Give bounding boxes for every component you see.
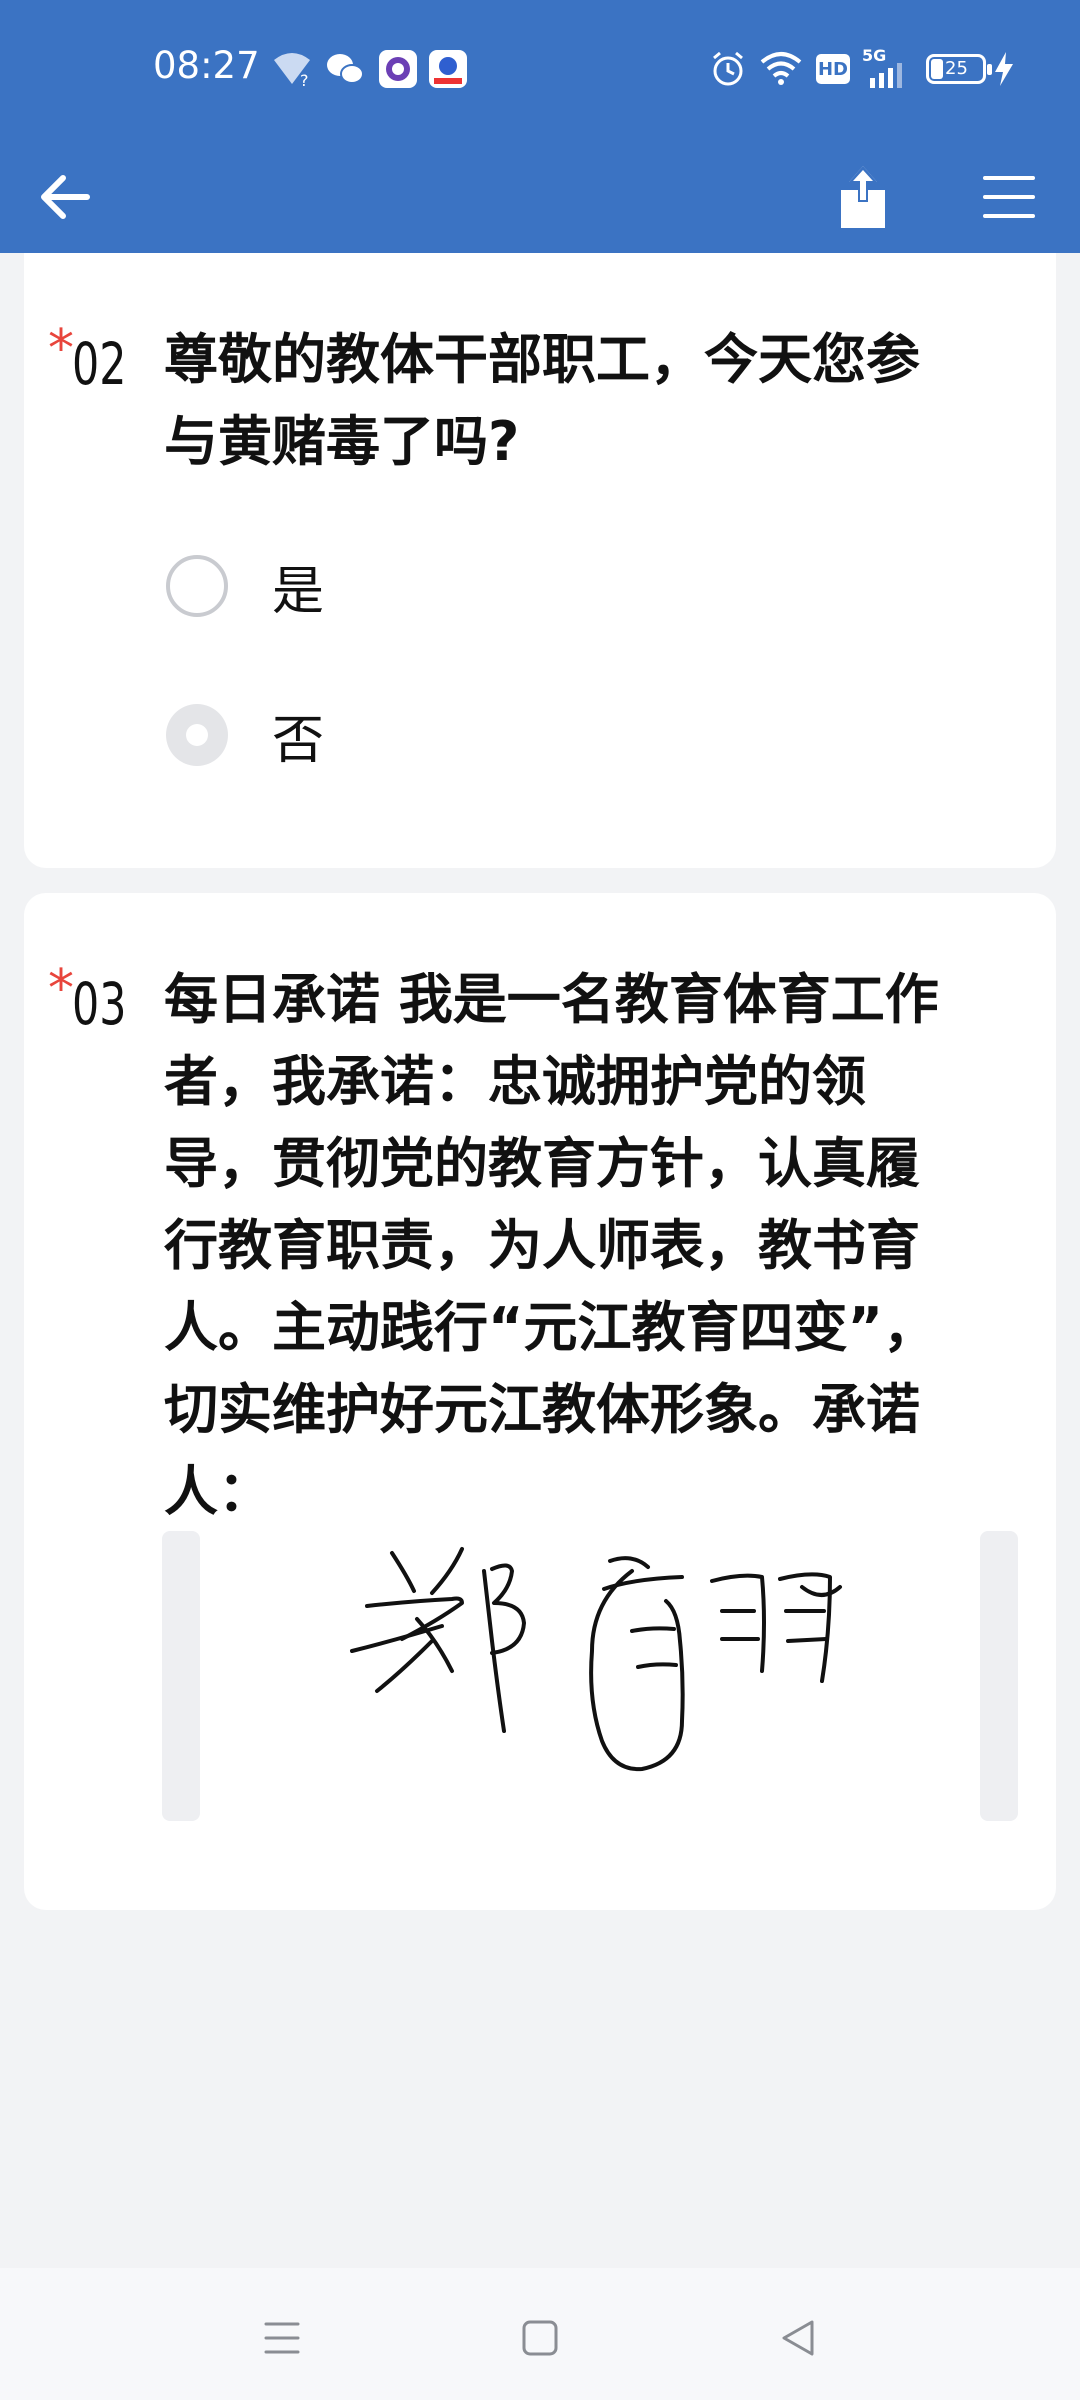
- status-time: 08:27: [153, 44, 260, 87]
- required-marker: *: [48, 319, 74, 379]
- back-nav-button[interactable]: [748, 2288, 848, 2388]
- question-number: 03: [72, 970, 127, 1038]
- option-no[interactable]: 否: [166, 695, 324, 775]
- wifi-icon: [760, 52, 802, 85]
- baidu-app-icon: [429, 50, 467, 88]
- signature-pad-left-edge: [162, 1531, 200, 1821]
- battery-level: 25: [945, 58, 968, 79]
- required-marker: *: [48, 959, 74, 1019]
- toolbar: [0, 140, 1080, 253]
- radio-button-selected[interactable]: [166, 704, 228, 766]
- arrow-left-icon: [41, 174, 90, 219]
- option-yes[interactable]: 是: [166, 546, 324, 626]
- svg-text:?: ?: [300, 71, 309, 88]
- question-title-line: 人：: [164, 1460, 272, 1523]
- option-label: 是: [272, 561, 325, 622]
- charging-icon: [995, 52, 1013, 86]
- hd-label: HD: [817, 58, 848, 80]
- home-square-icon: [522, 2320, 558, 2356]
- question-title-line: 者，我承诺：忠诚拥护党的领: [164, 1050, 866, 1113]
- question-title: 每日承诺 我是一名教育体育工作 者，我承诺：忠诚拥护党的领 导，贯彻党的教育方针…: [164, 959, 1040, 1533]
- radio-button-unselected[interactable]: [166, 555, 228, 617]
- battery-icon: 25: [926, 54, 992, 84]
- wechat-icon: [327, 54, 364, 84]
- app-icon: [379, 50, 417, 88]
- question-title-line: 切实维护好元江教体形象。承诺: [164, 1378, 920, 1441]
- question-title: 尊敬的教体干部职工，今天您参 与黄赌毒了吗?: [164, 319, 1040, 483]
- menu-button[interactable]: [954, 140, 1064, 253]
- recent-apps-icon: [264, 2322, 300, 2354]
- back-button[interactable]: [10, 140, 120, 253]
- signal-icon: 5G: [862, 46, 910, 88]
- option-label: 否: [272, 710, 325, 771]
- question-number: 02: [72, 330, 127, 398]
- signature-pad[interactable]: [162, 1531, 1018, 1821]
- system-nav-bar: [0, 2268, 1080, 2400]
- recent-apps-button[interactable]: [232, 2288, 332, 2388]
- question-title-line: 每日承诺 我是一名教育体育工作: [164, 968, 939, 1031]
- hamburger-menu-icon: [983, 175, 1035, 218]
- question-title-line: 人。主动践行“元江教育四变”，: [164, 1296, 937, 1359]
- question-title-line: 与黄赌毒了吗?: [164, 410, 520, 473]
- app-header: 08:27 ? HD 5G 25: [0, 0, 1080, 253]
- hd-icon: HD: [816, 54, 850, 84]
- question-title-line: 行教育职责，为人师表，教书育: [164, 1214, 920, 1277]
- question-card-02: * 02 尊敬的教体干部职工，今天您参 与黄赌毒了吗? 是 否: [24, 253, 1056, 868]
- question-title-line: 导，贯彻党的教育方针，认真履: [164, 1132, 920, 1195]
- alarm-icon: [713, 51, 743, 86]
- question-title-line: 尊敬的教体干部职工，今天您参: [164, 328, 920, 391]
- signature-pad-right-edge: [980, 1531, 1018, 1821]
- back-triangle-icon: [782, 2320, 814, 2356]
- share-icon: [841, 165, 885, 228]
- wifi-question-icon: ?: [274, 53, 310, 88]
- share-button[interactable]: [808, 140, 918, 253]
- status-bar: 08:27 ? HD 5G 25: [0, 0, 1080, 140]
- handwritten-signature: [350, 1547, 842, 1772]
- home-button[interactable]: [490, 2288, 590, 2388]
- question-card-03: * 03 每日承诺 我是一名教育体育工作 者，我承诺：忠诚拥护党的领 导，贯彻党…: [24, 893, 1056, 1910]
